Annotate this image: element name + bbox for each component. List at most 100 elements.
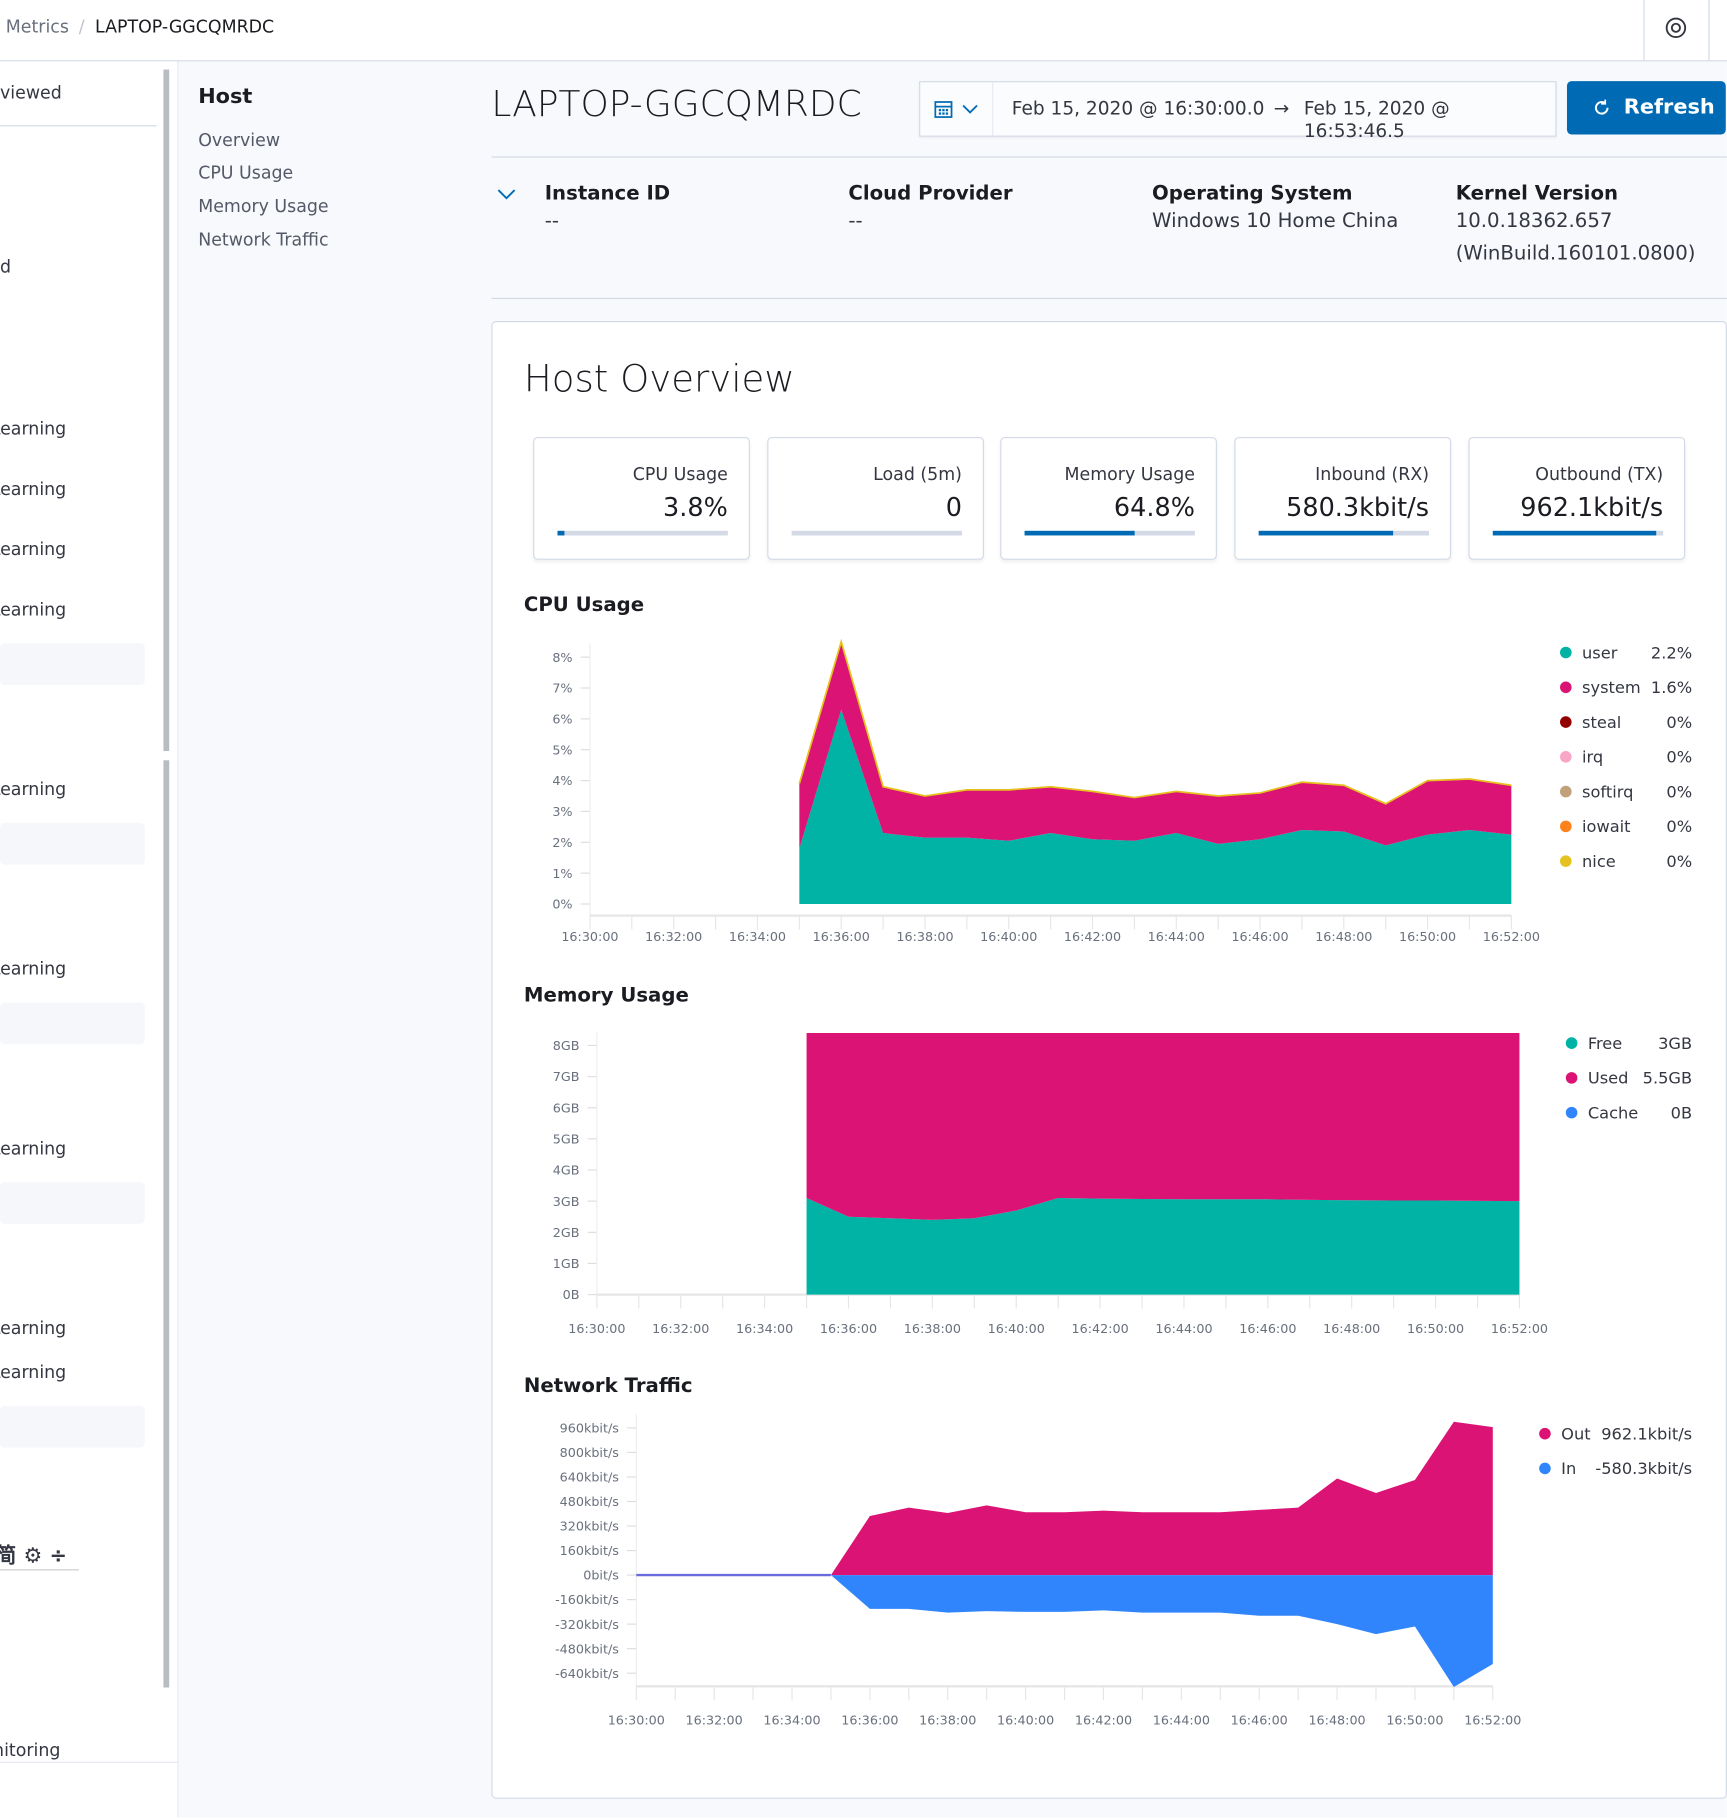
y-tick-label: 160kbit/s [560, 1544, 620, 1559]
x-tick-label: 16:46:00 [1231, 930, 1288, 945]
legend-item-user[interactable]: user 2.2% [1560, 643, 1692, 662]
legend-item-nice[interactable]: nice 0% [1560, 852, 1692, 871]
x-tick-label: 16:44:00 [1155, 1322, 1212, 1337]
y-tick-label: 480kbit/s [560, 1495, 620, 1510]
legend-item-iowait[interactable]: iowait 0% [1560, 817, 1692, 836]
x-tick-label: 16:44:00 [1153, 1714, 1210, 1729]
legend-name: system [1582, 678, 1641, 697]
y-tick-label: 5% [552, 743, 572, 758]
chart-1: 0B 1GB 2GB 3GB 4GB 5GB 6GB 7GB 8GB 16:30:00 16:32:… [553, 1031, 1693, 1337]
x-tick-label: 16:46:00 [1231, 1714, 1288, 1729]
x-tick-label: 16:32:00 [686, 1714, 743, 1729]
x-tick-label: 16:36:00 [841, 1714, 898, 1729]
x-tick-label: 16:36:00 [813, 930, 870, 945]
y-tick-label: 6GB [553, 1101, 580, 1116]
legend-value: 0% [1666, 782, 1692, 801]
y-tick-label: 7% [552, 682, 572, 697]
x-tick-label: 16:40:00 [997, 1714, 1054, 1729]
legend-value: 5.5GB [1643, 1069, 1693, 1088]
y-tick-label: -160kbit/s [555, 1593, 619, 1608]
legend-dot [1560, 681, 1572, 694]
y-tick-label: 2% [552, 836, 572, 851]
legend-dot [1560, 646, 1572, 659]
x-tick-label: 16:52:00 [1491, 1322, 1548, 1337]
y-tick-label: -480kbit/s [555, 1642, 619, 1657]
legend-item-used[interactable]: Used 5.5GB [1565, 1069, 1693, 1088]
x-tick-label: 16:36:00 [820, 1322, 877, 1337]
y-tick-label: -320kbit/s [555, 1618, 619, 1633]
y-tick-label: 1% [552, 867, 572, 882]
legend-name: In [1561, 1459, 1576, 1478]
y-tick-label: 1GB [553, 1257, 580, 1272]
y-tick-label: 0bit/s [583, 1569, 619, 1584]
legend-value: 0B [1671, 1103, 1692, 1122]
legend-value: 2.2% [1651, 643, 1692, 662]
y-tick-label: 7GB [553, 1070, 580, 1085]
legend-dot [1560, 716, 1572, 728]
legend-name: Cache [1588, 1103, 1638, 1122]
legend-item-irq[interactable]: irq 0% [1560, 748, 1692, 767]
legend-dot [1565, 1106, 1578, 1119]
legend-value: 0% [1666, 748, 1692, 767]
y-tick-label: 0% [552, 898, 572, 913]
legend-dot [1565, 1072, 1578, 1084]
legend-dot [1565, 1037, 1578, 1049]
x-tick-label: 16:34:00 [736, 1322, 793, 1337]
y-tick-label: 640kbit/s [560, 1471, 620, 1486]
chart-0: 0% 1% 2% 3% 4% 5% 6% 7% 8% 16:30:00 16:32:00 16:34:… [552, 638, 1692, 945]
y-tick-label: 800kbit/s [560, 1446, 620, 1461]
legend-value: -580.3kbit/s [1595, 1459, 1692, 1478]
x-tick-label: 16:50:00 [1399, 930, 1456, 945]
legend-item-free[interactable]: Free 3GB [1565, 1034, 1692, 1053]
legend-value: 1.6% [1651, 678, 1692, 697]
x-tick-label: 16:48:00 [1323, 1322, 1380, 1337]
legend-item-cache[interactable]: Cache 0B [1565, 1103, 1692, 1122]
x-tick-label: 16:46:00 [1239, 1322, 1296, 1337]
legend-item-system[interactable]: system 1.6% [1560, 678, 1692, 697]
x-tick-label: 16:42:00 [1064, 930, 1121, 945]
y-tick-label: 3% [552, 805, 572, 820]
legend-name: Free [1588, 1034, 1622, 1053]
legend-value: 962.1kbit/s [1601, 1424, 1692, 1443]
legend-value: 0% [1666, 817, 1692, 836]
x-tick-label: 16:52:00 [1483, 930, 1540, 945]
x-tick-label: 16:52:00 [1464, 1714, 1521, 1729]
x-tick-label: 16:32:00 [652, 1322, 709, 1337]
legend-item-in[interactable]: In -580.3kbit/s [1539, 1459, 1692, 1478]
legend-name: steal [1582, 713, 1621, 732]
x-tick-label: 16:30:00 [568, 1322, 625, 1337]
x-tick-label: 16:40:00 [980, 930, 1037, 945]
x-tick-label: 16:44:00 [1148, 930, 1205, 945]
x-tick-label: 16:42:00 [1075, 1714, 1132, 1729]
y-tick-label: 8GB [553, 1039, 580, 1054]
y-tick-label: 8% [552, 651, 572, 666]
y-tick-label: 320kbit/s [560, 1520, 620, 1535]
x-tick-label: 16:38:00 [919, 1714, 976, 1729]
legend-name: iowait [1582, 817, 1631, 836]
x-tick-label: 16:50:00 [1386, 1714, 1443, 1729]
legend-name: Out [1561, 1424, 1590, 1443]
y-tick-label: 0B [563, 1288, 580, 1303]
legend-value: 0% [1666, 713, 1692, 732]
area-used [806, 1032, 1520, 1220]
x-tick-label: 16:38:00 [904, 1322, 961, 1337]
x-tick-label: 16:38:00 [896, 930, 953, 945]
x-tick-label: 16:30:00 [561, 930, 618, 945]
x-tick-label: 16:48:00 [1315, 930, 1372, 945]
x-tick-label: 16:34:00 [763, 1714, 820, 1729]
x-tick-label: 16:50:00 [1407, 1322, 1464, 1337]
legend-name: softirq [1582, 782, 1633, 801]
legend-name: Used [1588, 1069, 1629, 1088]
y-tick-label: 2GB [553, 1226, 580, 1241]
y-tick-label: 4GB [553, 1164, 580, 1179]
legend-value: 3GB [1658, 1034, 1692, 1053]
x-tick-label: 16:30:00 [608, 1714, 665, 1729]
x-tick-label: 16:42:00 [1072, 1322, 1129, 1337]
x-tick-label: 16:48:00 [1308, 1714, 1365, 1729]
legend-item-softirq[interactable]: softirq 0% [1560, 782, 1692, 801]
legend-item-steal[interactable]: steal 0% [1560, 713, 1692, 732]
area-system [799, 641, 1512, 849]
legend-value: 0% [1666, 852, 1692, 871]
legend-item-out[interactable]: Out 962.1kbit/s [1539, 1424, 1692, 1443]
legend-dot [1560, 820, 1572, 833]
